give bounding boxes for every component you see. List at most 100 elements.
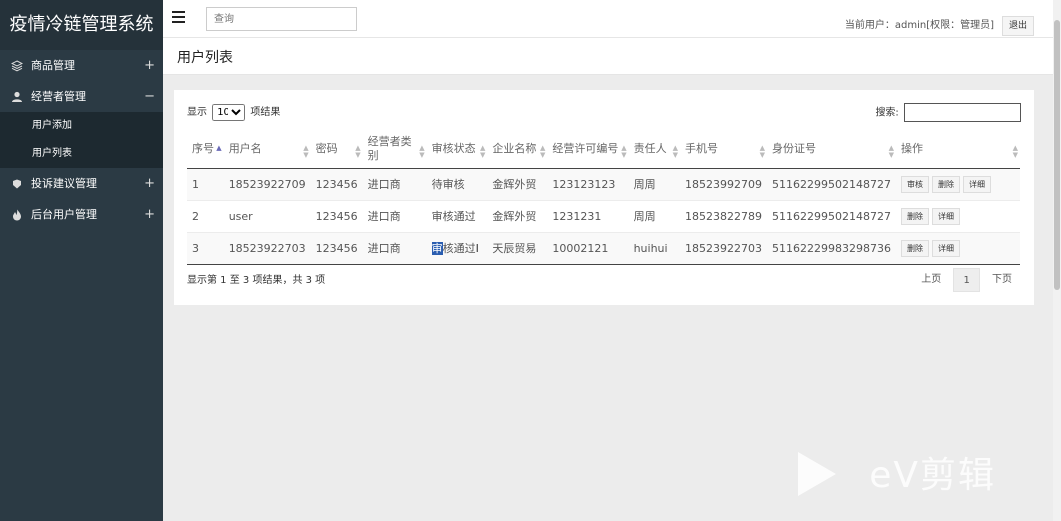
cell-company: 天辰贸易 — [487, 231, 548, 265]
cell-category: 进口商 — [362, 199, 427, 232]
scrollbar-thumb[interactable] — [1054, 20, 1060, 290]
prev-page-button[interactable]: 上页 — [912, 268, 950, 292]
cell-phone: 18523822789 — [680, 199, 768, 232]
col-header-license[interactable]: 经营许可编号 ▲ ▼ — [547, 130, 629, 169]
cell-license: 10002121 — [547, 231, 629, 265]
sidebar-item-goods[interactable]: 商品管理 + — [0, 50, 163, 81]
col-header-idcard[interactable]: 身份证号 ▲ ▼ — [767, 130, 897, 169]
sidebar-subitem-user-list[interactable]: 用户列表 — [0, 140, 163, 168]
length-suffix: 项结果 — [250, 107, 281, 118]
table-row: 3 18523922703 123456 进口商 审核通过Ⅰ 天辰贸易 1000… — [187, 231, 1020, 265]
user-table-card: 显示 10 项结果 搜索: 序号 ▲ 用户名 ▲ ▼ 密码 ▲ ▼ 经营者类别 ▲ ▼ 审核状… — [174, 90, 1034, 305]
page-size-select[interactable]: 10 — [212, 104, 246, 121]
user-icon — [10, 81, 24, 112]
fire-icon — [10, 199, 24, 230]
cell-company: 金辉外贸 — [487, 199, 548, 232]
search-input[interactable] — [206, 7, 357, 31]
col-header-phone[interactable]: 手机号 ▲ ▼ — [680, 130, 768, 169]
cell-no: 3 — [187, 231, 224, 265]
cell-category: 进口商 — [362, 167, 427, 200]
watermark: eV剪辑 — [869, 455, 996, 496]
cell-password: 123456 — [310, 231, 363, 265]
detail-button[interactable]: 详细 — [963, 175, 992, 193]
menu-icon[interactable] — [172, 11, 185, 23]
cell-status: 审核通过Ⅰ — [426, 231, 488, 265]
cell-license: 123123123 — [547, 167, 629, 200]
table-info: 显示第 1 至 3 项结果，共 3 项 — [187, 275, 326, 286]
pagination: 上页 1 下页 — [912, 268, 1021, 292]
sidebar-item-complaints[interactable]: 投诉建议管理 + — [0, 168, 163, 199]
sidebar-item-label: 商品管理 — [31, 59, 75, 72]
cell-actions: 删除 详细 — [896, 199, 1020, 232]
app-title: 疫情冷链管理系统 — [0, 0, 163, 50]
col-header-owner[interactable]: 责任人 ▲ ▼ — [628, 130, 681, 169]
detail-button[interactable]: 详细 — [932, 239, 961, 257]
col-header-category[interactable]: 经营者类别 ▲ ▼ — [362, 130, 427, 169]
cell-no: 1 — [187, 167, 224, 200]
selected-text: 审 — [431, 242, 443, 255]
cell-username: 18523922703 — [223, 231, 311, 265]
cell-actions: 删除 详细 — [896, 231, 1020, 265]
page-length-control: 显示 10 项结果 — [187, 103, 280, 121]
page-button-current[interactable]: 1 — [953, 268, 980, 292]
cell-license: 1231231 — [547, 199, 629, 232]
cell-no: 2 — [187, 199, 224, 232]
sidebar-item-admin-users[interactable]: 后台用户管理 + — [0, 199, 163, 230]
delete-button[interactable]: 删除 — [901, 207, 930, 225]
cell-category: 进口商 — [362, 231, 427, 265]
page-scrollbar[interactable] — [1053, 0, 1061, 521]
sidebar: 疫情冷链管理系统 商品管理 + 经营者管理 − 用户添加 用户列表 投诉建议管理… — [0, 0, 163, 521]
table-search: 搜索: — [875, 103, 1021, 122]
audit-button[interactable]: 审核 — [901, 175, 930, 193]
cell-password: 123456 — [310, 199, 363, 232]
layers-icon — [10, 50, 24, 81]
cell-status: 待审核 — [426, 167, 488, 200]
user-table: 序号 ▲ 用户名 ▲ ▼ 密码 ▲ ▼ 经营者类别 ▲ ▼ 审核状态 ▲ ▼ 企业名称 ▲ ▼ 经营许… — [187, 130, 1020, 265]
cell-username: 18523922709 — [223, 167, 311, 200]
sidebar-item-label: 投诉建议管理 — [31, 177, 97, 190]
cell-company: 金辉外贸 — [487, 167, 548, 200]
length-prefix: 显示 — [187, 107, 207, 118]
cell-owner: 周周 — [628, 167, 681, 200]
col-header-actions[interactable]: 操作 ▲ ▼ — [896, 130, 1020, 169]
col-header-company[interactable]: 企业名称 ▲ ▼ — [487, 130, 548, 169]
table-row: 1 18523922709 123456 进口商 待审核 金辉外贸 123123… — [187, 167, 1020, 200]
col-header-username[interactable]: 用户名 ▲ ▼ — [223, 130, 311, 169]
status-rest: 核通过 — [442, 242, 476, 255]
col-header-status[interactable]: 审核状态 ▲ ▼ — [426, 130, 488, 169]
col-header-no[interactable]: 序号 ▲ — [187, 130, 224, 169]
delete-button[interactable]: 删除 — [932, 175, 961, 193]
logout-button[interactable]: 退出 — [1002, 16, 1034, 36]
table-search-label: 搜索: — [875, 107, 899, 119]
cell-status: 审核通过 — [426, 199, 488, 232]
minus-icon: − — [144, 89, 155, 104]
cell-idcard: 51162299502148727 — [767, 199, 897, 232]
current-user-info: 当前用户：admin[权限：管理员] — [844, 20, 994, 31]
next-page-button[interactable]: 下页 — [983, 268, 1021, 292]
cell-owner: 周周 — [628, 199, 681, 232]
page-title: 用户列表 — [177, 50, 233, 66]
sidebar-item-label: 后台用户管理 — [31, 208, 97, 221]
text-cursor-icon: Ⅰ — [475, 242, 479, 255]
cell-idcard: 51162299502148727 — [767, 167, 897, 200]
watermark-play-icon — [798, 452, 836, 496]
cell-password: 123456 — [310, 167, 363, 200]
cell-phone: 18523992709 — [680, 167, 768, 200]
sidebar-item-operators[interactable]: 经营者管理 − — [0, 81, 163, 112]
plus-icon: + — [144, 58, 155, 73]
table-header-row: 序号 ▲ 用户名 ▲ ▼ 密码 ▲ ▼ 经营者类别 ▲ ▼ 审核状态 ▲ ▼ 企业名称 ▲ ▼ 经营许… — [187, 130, 1020, 169]
table-row: 2 user 123456 进口商 审核通过 金辉外贸 1231231 周周 1… — [187, 199, 1020, 232]
delete-button[interactable]: 删除 — [901, 239, 930, 257]
table-search-input[interactable] — [904, 103, 1021, 122]
sidebar-subitem-user-add[interactable]: 用户添加 — [0, 112, 163, 140]
col-header-password[interactable]: 密码 ▲ ▼ — [310, 130, 363, 169]
cell-username: user — [223, 199, 311, 232]
cell-phone: 18523922703 — [680, 231, 768, 265]
complaint-icon — [10, 168, 24, 199]
detail-button[interactable]: 详细 — [932, 207, 961, 225]
topbar: 当前用户：admin[权限：管理员] 退出 — [163, 0, 1053, 38]
page-header: 用户列表 — [163, 38, 1053, 75]
cell-owner: huihui — [628, 231, 681, 265]
plus-icon: + — [144, 207, 155, 222]
cell-actions: 审核 删除 详细 — [896, 167, 1020, 200]
